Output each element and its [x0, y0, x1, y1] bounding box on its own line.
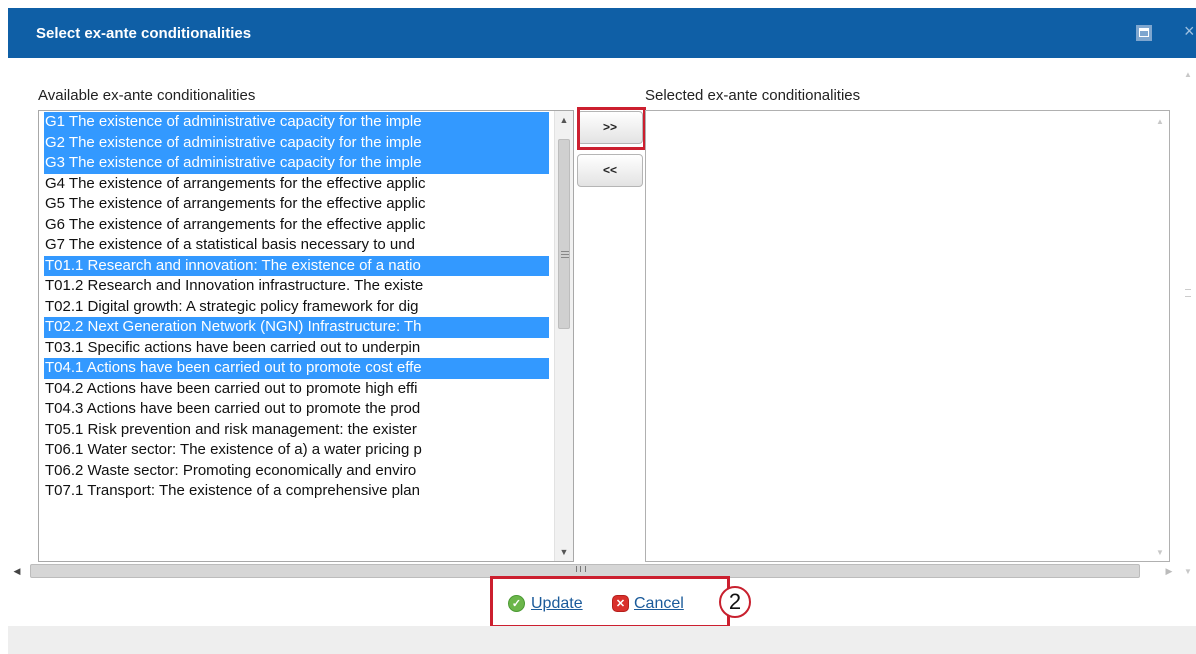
list-item[interactable]: T07.1 Transport: The existence of a comp…: [44, 481, 549, 502]
list-item[interactable]: T01.1 Research and innovation: The exist…: [44, 255, 549, 276]
available-list-scrollbar[interactable]: ▲ ▼: [554, 111, 573, 561]
list-item[interactable]: T04.2 Actions have been carried out to p…: [44, 379, 549, 400]
check-icon[interactable]: ✓: [508, 595, 525, 612]
list-item[interactable]: T02.2 Next Generation Network (NGN) Infr…: [44, 317, 549, 338]
scroll-left-icon[interactable]: ◀: [8, 562, 26, 580]
list-item[interactable]: G6 The existence of arrangements for the…: [44, 215, 549, 236]
scroll-up-icon[interactable]: ▲: [555, 111, 573, 129]
selected-list-label: Selected ex-ante conditionalities: [645, 87, 861, 104]
list-item[interactable]: T01.2 Research and Innovation infrastruc…: [44, 276, 549, 297]
dialog-titlebar: Select ex-ante conditionalities ×: [8, 8, 1196, 58]
callout-number-2: 2: [719, 586, 751, 618]
callout-highlight-actions: [490, 576, 730, 628]
scroll-up-icon[interactable]: ▲: [1156, 117, 1164, 126]
dialog-footer: [8, 626, 1196, 654]
maximize-icon[interactable]: [1136, 25, 1152, 41]
dialog-title: Select ex-ante conditionalities: [36, 25, 252, 42]
cancel-link[interactable]: Cancel: [634, 595, 684, 613]
list-item[interactable]: G5 The existence of arrangements for the…: [44, 194, 549, 215]
list-item[interactable]: T04.3 Actions have been carried out to p…: [44, 399, 549, 420]
scrollbar-thumb[interactable]: [558, 139, 570, 329]
list-item[interactable]: T05.1 Risk prevention and risk managemen…: [44, 420, 549, 441]
list-item[interactable]: G7 The existence of a statistical basis …: [44, 235, 549, 256]
selected-list-scrollbar[interactable]: ▲ ▼: [1152, 111, 1169, 561]
list-item[interactable]: T02.1 Digital growth: A strategic policy…: [44, 297, 549, 318]
scroll-right-icon[interactable]: ▶: [1160, 562, 1178, 580]
list-item[interactable]: G2 The existence of administrative capac…: [44, 132, 549, 153]
list-item[interactable]: G1 The existence of administrative capac…: [44, 112, 549, 133]
available-list-items: G1 The existence of administrative capac…: [44, 112, 549, 502]
list-item[interactable]: T03.1 Specific actions have been carried…: [44, 338, 549, 359]
list-item[interactable]: T06.2 Waste sector: Promoting economical…: [44, 461, 549, 482]
scroll-down-icon[interactable]: ▼: [555, 543, 573, 561]
callout-highlight-add: [577, 107, 646, 150]
cancel-icon[interactable]: ✕: [612, 595, 629, 612]
grip-icon: [576, 566, 586, 572]
available-conditionalities-list[interactable]: G1 The existence of administrative capac…: [38, 110, 574, 562]
list-item[interactable]: T06.1 Water sector: The existence of a) …: [44, 440, 549, 461]
grip-icon: [561, 251, 569, 258]
remove-selected-button[interactable]: <<: [577, 154, 643, 187]
list-item[interactable]: G3 The existence of administrative capac…: [44, 153, 549, 174]
dialog-vertical-scrollbar[interactable]: ▲ ▼: [1180, 64, 1196, 584]
scroll-down-icon[interactable]: ▼: [1156, 548, 1164, 557]
update-link[interactable]: Update: [531, 595, 583, 613]
available-list-label: Available ex-ante conditionalities: [38, 87, 256, 104]
list-item[interactable]: G4 The existence of arrangements for the…: [44, 174, 549, 195]
selected-conditionalities-list[interactable]: ▲ ▼: [645, 110, 1170, 562]
list-item[interactable]: T04.1 Actions have been carried out to p…: [44, 358, 549, 379]
scroll-down-icon[interactable]: ▼: [1184, 567, 1192, 576]
scroll-up-icon[interactable]: ▲: [1184, 70, 1192, 79]
grip-icon: [1185, 289, 1191, 297]
close-icon[interactable]: ×: [1184, 21, 1196, 41]
